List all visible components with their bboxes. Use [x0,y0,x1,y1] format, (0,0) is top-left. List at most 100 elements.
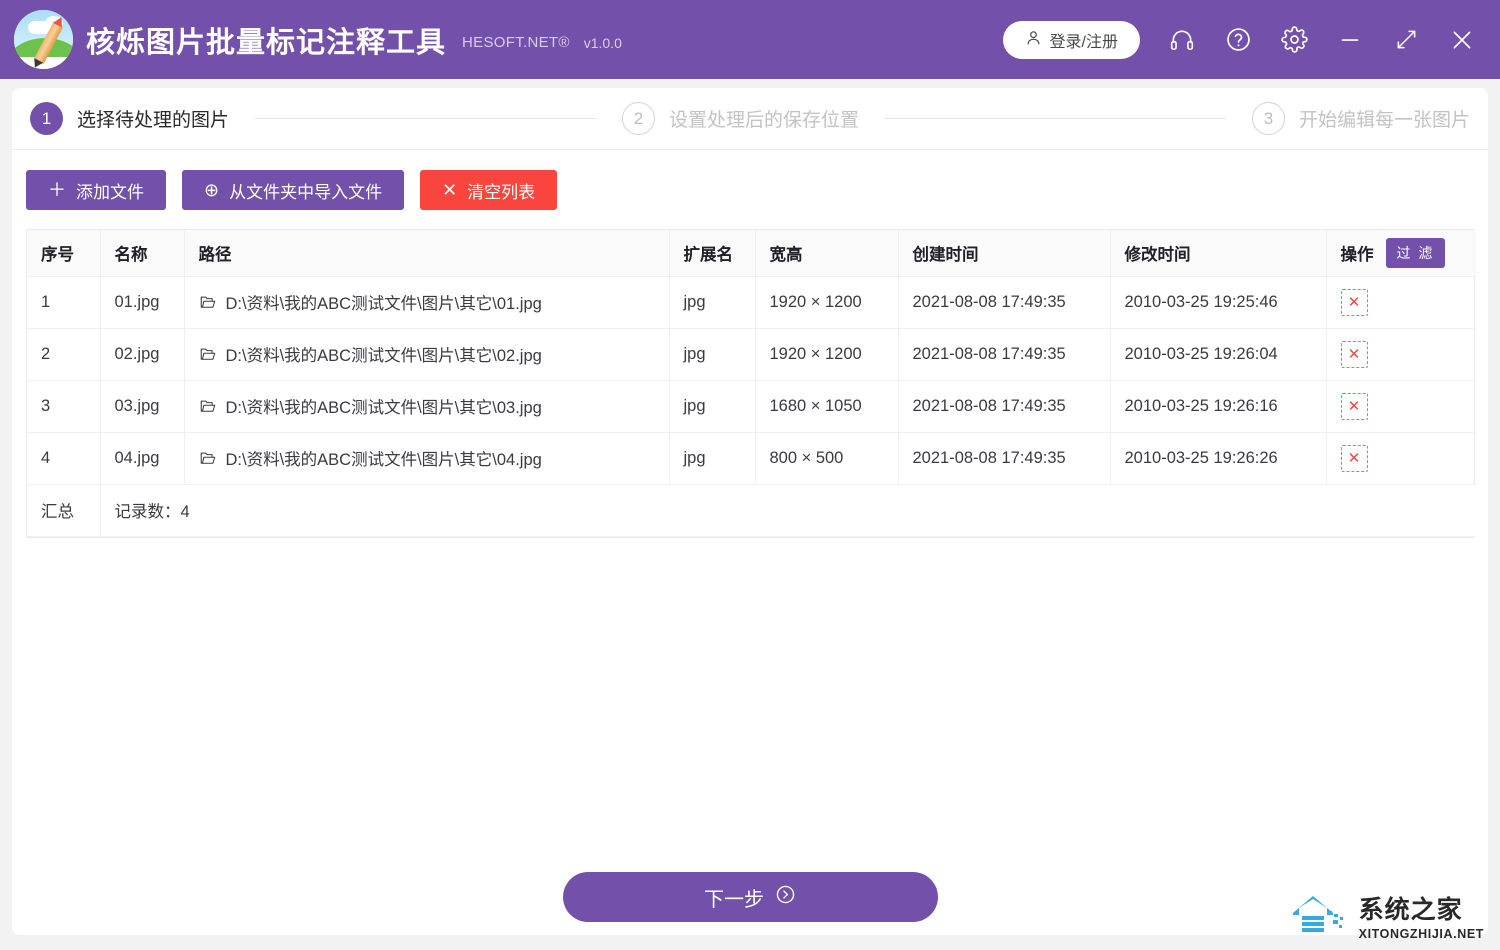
next-step-button[interactable]: 下一步 [562,872,938,922]
table-body: 1 01.jpg D:\资料\我的ABC测试文件\图片\其它\01.jpg jpg 19… [27,276,1476,537]
plus-circle-icon: ⊕ [204,180,220,200]
step-2[interactable]: 2 设置处理后的保存位置 [622,102,859,135]
cell-path: D:\资料\我的ABC测试文件\图片\其它\04.jpg [184,432,670,485]
cell-action: ✕ [1326,276,1476,329]
column-header-size[interactable]: 宽高 [755,230,899,277]
cell-size: 1920 × 1200 [755,276,899,329]
folder-icon [199,397,217,415]
folder-icon [199,345,217,363]
cell-ext: jpg [669,380,756,433]
table-header-row: 序号 名称 路径 扩展名 宽高 创建时间 修改时间 操作 过 滤 [27,230,1476,277]
cell-action: ✕ [1326,432,1476,485]
app-window: 核烁图片批量标记注释工具 HESOFT.NET® v1.0.0 登录/注册 1 … [0,0,1500,950]
summary-label: 汇总 [27,484,101,537]
cell-size: 1680 × 1050 [755,380,899,433]
step-1[interactable]: 1 选择待处理的图片 [30,102,229,135]
close-button[interactable] [1434,0,1490,79]
table-row[interactable]: 2 02.jpg D:\资料\我的ABC测试文件\图片\其它\02.jpg jpg 19… [27,328,1476,381]
cell-action: ✕ [1326,328,1476,381]
step-1-label: 选择待处理的图片 [77,110,230,131]
user-icon [1025,29,1042,51]
step-connector [255,118,596,119]
column-header-index[interactable]: 序号 [27,230,101,277]
table-row[interactable]: 1 01.jpg D:\资料\我的ABC测试文件\图片\其它\01.jpg jpg 19… [27,276,1476,329]
footer-actions: 下一步 [12,872,1488,922]
folder-icon [199,449,217,467]
column-header-ctime[interactable]: 创建时间 [898,230,1111,277]
cell-name: 02.jpg [100,328,185,381]
cell-size: 800 × 500 [755,432,899,485]
path-text: D:\资料\我的ABC测试文件\图片\其它\02.jpg [225,347,542,365]
step-1-number: 1 [30,102,63,135]
cell-mtime: 2010-03-25 19:26:16 [1110,380,1327,433]
cell-ext: jpg [669,328,756,381]
cell-path: D:\资料\我的ABC测试文件\图片\其它\03.jpg [184,380,670,433]
import-folder-label: 从文件夹中导入文件 [229,182,383,202]
cell-name: 03.jpg [100,380,185,433]
main-card: 1 选择待处理的图片 2 设置处理后的保存位置 3 开始编辑每一张图片 ＋ 添加… [12,88,1488,935]
column-header-action-label: 操作 [1340,245,1374,264]
cell-ext: jpg [669,276,756,329]
headset-icon[interactable] [1154,0,1210,79]
app-logo-icon [14,10,73,69]
arrow-right-circle-icon [775,884,796,911]
cell-action: ✕ [1326,380,1476,433]
cell-index: 2 [27,328,101,381]
add-files-label: 添加文件 [76,182,144,202]
login-register-button[interactable]: 登录/注册 [1002,20,1140,59]
table-row[interactable]: 4 04.jpg D:\资料\我的ABC测试文件\图片\其它\04.jpg jpg 80… [27,432,1476,485]
step-indicator: 1 选择待处理的图片 2 设置处理后的保存位置 3 开始编辑每一张图片 [12,88,1488,150]
delete-row-button[interactable]: ✕ [1340,288,1368,316]
clear-list-label: 清空列表 [467,182,536,202]
cell-path: D:\资料\我的ABC测试文件\图片\其它\01.jpg [184,276,670,329]
step-3-label: 开始编辑每一张图片 [1299,110,1471,131]
file-toolbar: ＋ 添加文件 ⊕ 从文件夹中导入文件 ✕ 清空列表 [12,150,1488,210]
step-3-number: 3 [1252,102,1285,135]
cell-ctime: 2021-08-08 17:49:35 [898,432,1111,485]
minimize-button[interactable] [1322,0,1378,79]
plus-icon: ＋ [48,180,66,200]
import-folder-button[interactable]: ⊕ 从文件夹中导入文件 [182,170,405,210]
clear-list-button[interactable]: ✕ 清空列表 [420,170,558,210]
step-2-number: 2 [622,102,655,135]
cell-ctime: 2021-08-08 17:49:35 [898,276,1111,329]
delete-row-button[interactable]: ✕ [1340,444,1368,472]
help-icon[interactable] [1210,0,1266,79]
summary-count: 记录数：4 [100,484,1476,537]
cell-mtime: 2010-03-25 19:26:04 [1110,328,1327,381]
path-text: D:\资料\我的ABC测试文件\图片\其它\03.jpg [225,399,542,417]
next-step-label: 下一步 [704,888,764,911]
cell-mtime: 2010-03-25 19:26:26 [1110,432,1327,485]
cell-ctime: 2021-08-08 17:49:35 [898,328,1111,381]
column-header-ext[interactable]: 扩展名 [669,230,756,277]
cell-mtime: 2010-03-25 19:25:46 [1110,276,1327,329]
title-bar: 核烁图片批量标记注释工具 HESOFT.NET® v1.0.0 登录/注册 [0,0,1500,79]
app-title: 核烁图片批量标记注释工具 [86,26,447,59]
cell-index: 1 [27,276,101,329]
table-row[interactable]: 3 03.jpg D:\资料\我的ABC测试文件\图片\其它\03.jpg jpg 16… [27,380,1476,433]
column-header-path[interactable]: 路径 [184,230,670,277]
delete-row-button[interactable]: ✕ [1340,392,1368,420]
titlebar-controls: 登录/注册 [1002,0,1500,79]
maximize-button[interactable] [1378,0,1434,79]
folder-icon [199,293,217,311]
gear-icon[interactable] [1266,0,1322,79]
cell-ctime: 2021-08-08 17:49:35 [898,380,1111,433]
path-text: D:\资料\我的ABC测试文件\图片\其它\01.jpg [225,295,542,313]
table-summary-row: 汇总 记录数：4 [27,484,1476,537]
delete-row-button[interactable]: ✕ [1340,340,1368,368]
cell-size: 1920 × 1200 [755,328,899,381]
cell-index: 3 [27,380,101,433]
step-3[interactable]: 3 开始编辑每一张图片 [1252,102,1470,135]
path-text: D:\资料\我的ABC测试文件\图片\其它\04.jpg [225,451,542,469]
cell-index: 4 [27,432,101,485]
cell-name: 01.jpg [100,276,185,329]
file-list-table: 序号 名称 路径 扩展名 宽高 创建时间 修改时间 操作 过 滤 1 01.jp… [26,229,1476,538]
step-2-label: 设置处理后的保存位置 [669,110,860,131]
column-header-action: 操作 过 滤 [1326,230,1476,277]
add-files-button[interactable]: ＋ 添加文件 [26,170,166,210]
filter-button[interactable]: 过 滤 [1385,237,1446,268]
column-header-mtime[interactable]: 修改时间 [1110,230,1327,277]
column-header-name[interactable]: 名称 [100,230,185,277]
cell-name: 04.jpg [100,432,185,485]
